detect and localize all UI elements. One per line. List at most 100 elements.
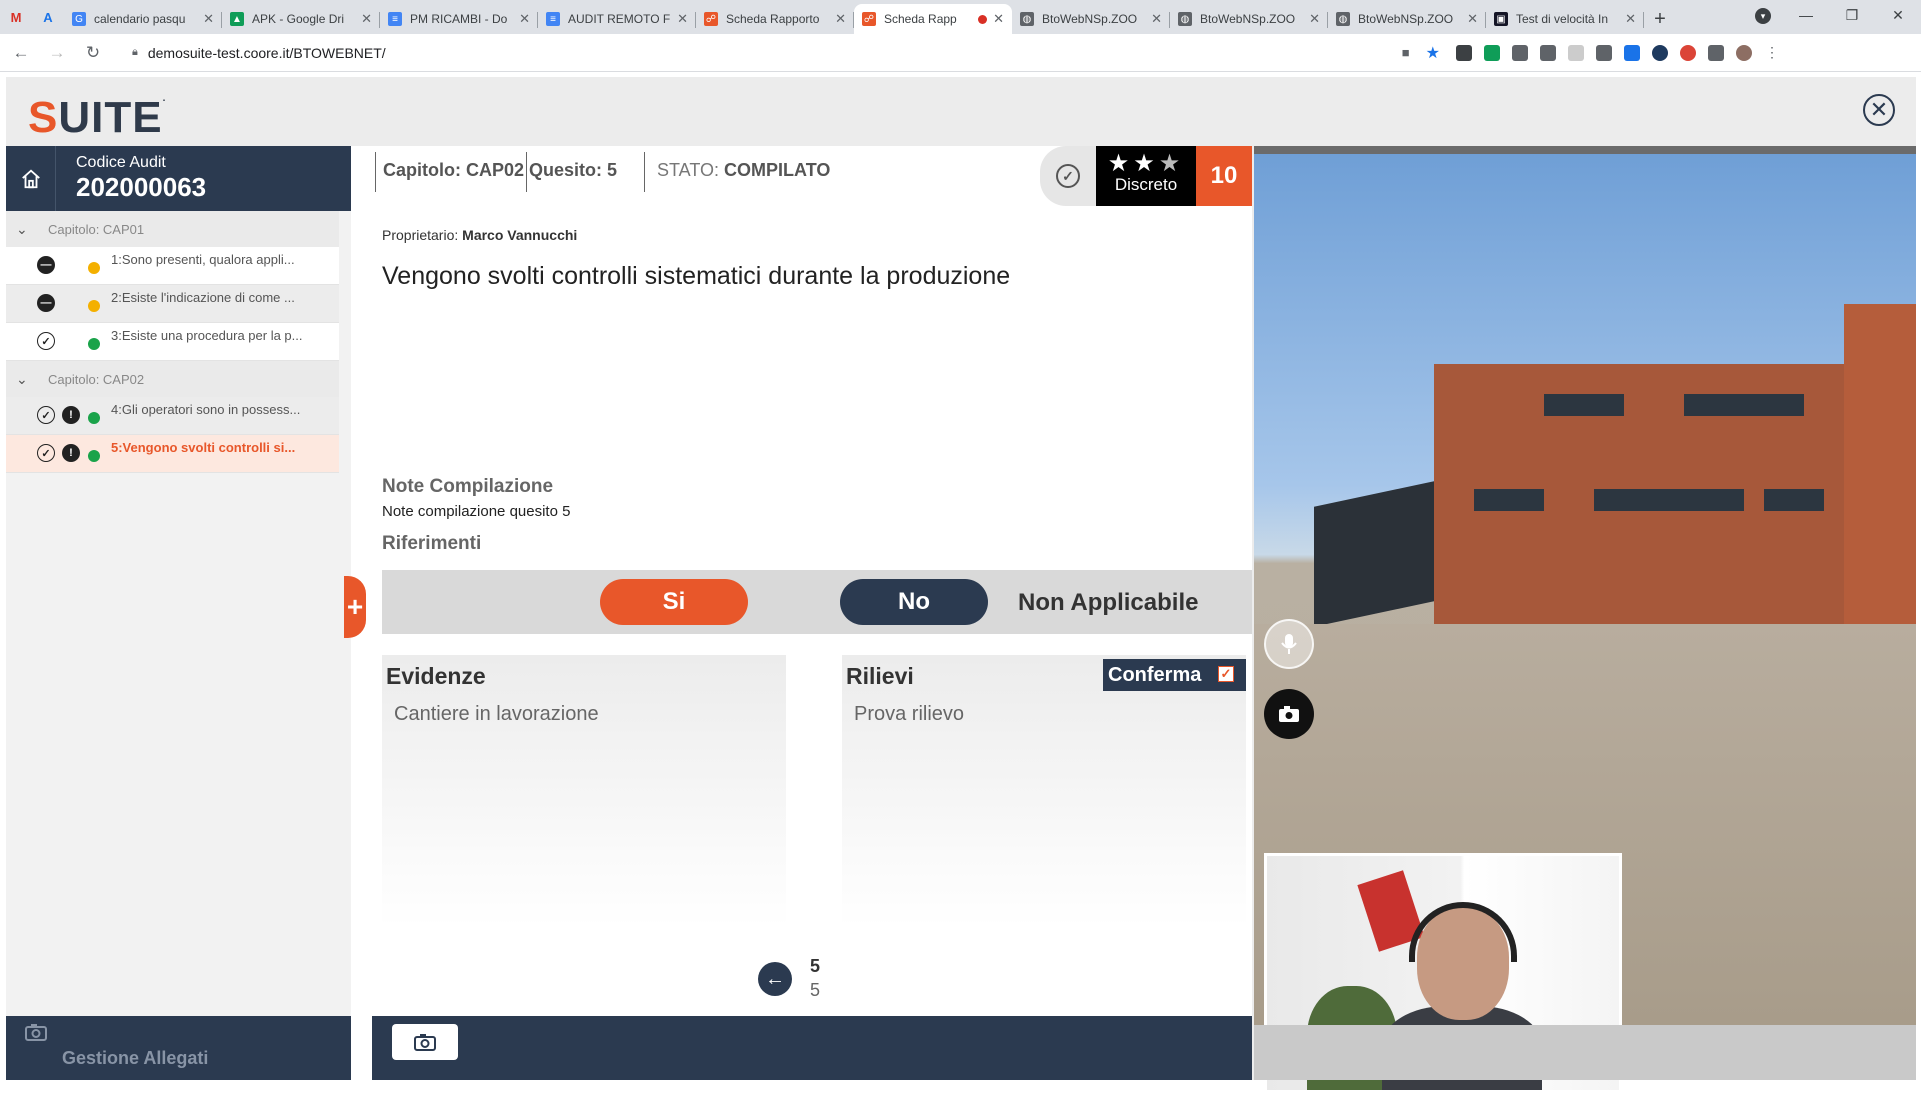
browser-tab[interactable]: Gcalendario pasqu ✕ <box>64 4 222 34</box>
confirm-toggle[interactable]: Conferma ✓ <box>1103 659 1246 691</box>
question-detail: Capitolo: CAP02 Quesito: 5 STATO: COMPIL… <box>344 146 1252 1080</box>
new-tab-button[interactable]: + <box>1644 4 1676 34</box>
extension-icon[interactable] <box>1512 44 1528 61</box>
tab-close-icon[interactable]: ✕ <box>677 11 688 27</box>
take-photo-button[interactable] <box>392 1024 458 1060</box>
star-icon: ★ <box>1107 150 1134 177</box>
attachments-footer[interactable]: Gestione Allegati <box>6 1016 351 1080</box>
rating-label: Discreto <box>1114 175 1178 194</box>
tab-close-icon[interactable]: ✕ <box>361 11 372 27</box>
tab-close-icon[interactable]: ✕ <box>993 11 1004 27</box>
browser-tab[interactable]: ◍ BtoWebNSp.ZOO ✕ <box>1328 4 1486 34</box>
tab-close-icon[interactable]: ✕ <box>203 11 214 27</box>
extension-icon[interactable] <box>1680 44 1696 61</box>
camera-in-use-icon[interactable]: ■ <box>1402 45 1410 60</box>
pinned-tab-gmail[interactable]: M <box>0 0 32 34</box>
references-heading: Riferimenti <box>382 533 482 554</box>
minimize-icon[interactable]: — <box>1783 0 1829 30</box>
close-icon[interactable]: ✕ <box>1863 94 1895 126</box>
puzzle-icon[interactable] <box>1708 44 1724 61</box>
camera-icon <box>24 1022 48 1047</box>
tab-close-icon[interactable]: ✕ <box>1309 11 1320 27</box>
menu-kebab-icon[interactable]: ⋮ <box>1764 44 1780 61</box>
back-arrow-icon[interactable]: ← <box>6 38 36 68</box>
page-current: 5 <box>810 956 821 976</box>
reload-icon[interactable]: ↻ <box>78 38 108 68</box>
close-window-icon[interactable]: ✕ <box>1875 0 1921 30</box>
evidence-text[interactable]: Cantiere in lavorazione <box>394 703 599 726</box>
extension-icon[interactable] <box>1596 44 1612 61</box>
suite-app: SUITE. ✕ Codice Audit 202000063 ⌄ Capitol… <box>6 77 1916 1093</box>
camera-icon[interactable] <box>1264 689 1314 739</box>
extensions-bar: ⋮ <box>1456 44 1780 61</box>
bookmark-star-icon[interactable]: ★ <box>1426 43 1440 63</box>
tab-close-icon[interactable]: ✕ <box>519 11 530 27</box>
rating-check-button[interactable]: ✓ <box>1040 146 1096 206</box>
extension-icon[interactable] <box>1624 44 1640 61</box>
forward-arrow-icon[interactable]: → <box>42 38 72 68</box>
status-dot <box>88 262 100 274</box>
browser-tab[interactable]: ≡ PM RICAMBI - Do ✕ <box>380 4 538 34</box>
microphone-icon[interactable] <box>1264 619 1314 669</box>
pinned-tab-app[interactable]: A <box>32 0 64 34</box>
page-total: 5 <box>810 980 821 1000</box>
answer-na-button[interactable]: Non Applicabile <box>1018 583 1198 623</box>
home-icon[interactable] <box>6 146 56 211</box>
chapter-header[interactable]: ⌄ Capitolo: CAP02 <box>6 361 339 397</box>
tab-favicon-icon: ▣ <box>1494 12 1508 26</box>
browser-tab[interactable]: ☍ Scheda Rapporto ✕ <box>696 4 854 34</box>
address-bar[interactable]: 🔒︎ demosuite-test.coore.it/BTOWEBNET/ ■ … <box>118 38 1448 68</box>
browser-tab[interactable]: ≡ AUDIT REMOTO F ✕ <box>538 4 696 34</box>
answer-yes-button[interactable]: Si <box>600 579 748 625</box>
tab-favicon-icon: ☍ <box>862 12 876 26</box>
tab-close-icon[interactable]: ✕ <box>1625 11 1636 27</box>
browser-tab[interactable]: ◍ BtoWebNSp.ZOO ✕ <box>1170 4 1328 34</box>
findings-panel[interactable]: Rilievi Conferma ✓ Prova rilievo <box>842 655 1246 927</box>
tab-title: calendario pasqu <box>94 12 186 26</box>
confirm-label: Conferma <box>1108 663 1202 686</box>
answer-no-button[interactable]: No <box>840 579 988 625</box>
extension-icon[interactable] <box>1652 44 1668 61</box>
tab-close-icon[interactable]: ✕ <box>1467 11 1478 27</box>
browser-tab[interactable]: ◍ BtoWebNSp.ZOO ✕ <box>1012 4 1170 34</box>
video-topbar <box>1254 146 1916 154</box>
tab-search-icon[interactable]: ▾ <box>1755 8 1771 24</box>
rating-box: ★★★ Discreto <box>1096 146 1196 206</box>
tab-title: BtoWebNSp.ZOO <box>1200 12 1296 26</box>
avatar[interactable] <box>1736 44 1752 61</box>
owner-line: Proprietario: Marco Vannucchi <box>382 227 578 243</box>
tab-close-icon[interactable]: ✕ <box>1151 11 1162 27</box>
browser-tab[interactable]: ▣ Test di velocità In ✕ <box>1486 4 1644 34</box>
divider <box>375 152 376 192</box>
add-button[interactable]: + <box>344 576 366 638</box>
minus-circle-icon: — <box>37 256 55 274</box>
tab-favicon-icon: ≡ <box>388 12 402 26</box>
tab-close-icon[interactable]: ✕ <box>835 11 846 27</box>
browser-tab[interactable]: ▲ APK - Google Dri ✕ <box>222 4 380 34</box>
confirm-checkbox[interactable]: ✓ <box>1218 666 1234 682</box>
evidence-heading: Evidenze <box>386 663 486 689</box>
exclamation-icon: ! <box>62 406 80 424</box>
evidence-panel[interactable]: Evidenze Cantiere in lavorazione <box>382 655 786 927</box>
video-panel <box>1254 146 1916 1093</box>
question-item[interactable]: — 1:Sono presenti, qualora appli... <box>6 247 339 285</box>
extension-icon[interactable] <box>1484 44 1500 61</box>
restore-icon[interactable]: ❐ <box>1829 0 1875 30</box>
extension-icon[interactable] <box>1568 44 1584 61</box>
check-circle-icon: ✓ <box>37 406 55 424</box>
notes-heading: Note Compilazione <box>382 476 554 497</box>
question-item[interactable]: — 2:Esiste l'indicazione di come ... <box>6 285 339 323</box>
chapter-header[interactable]: ⌄ Capitolo: CAP01 <box>6 211 339 247</box>
browser-tab[interactable]: ☍ Scheda Rapp ✕ <box>854 4 1012 34</box>
question-item[interactable]: ✓! 4:Gli operatori sono in possess... <box>6 397 339 435</box>
question-item[interactable]: ✓! 5:Vengono svolti controlli si... <box>6 435 339 473</box>
chevron-down-icon[interactable]: ⌄ <box>16 221 36 238</box>
question-label: 3:Esiste una procedura per la p... <box>111 328 303 343</box>
previous-arrow-icon[interactable]: ← <box>758 962 792 996</box>
findings-text[interactable]: Prova rilievo <box>854 703 964 726</box>
extension-icon[interactable] <box>1540 44 1556 61</box>
tab-favicon-icon: ▲ <box>230 12 244 26</box>
chevron-down-icon[interactable]: ⌄ <box>16 371 36 388</box>
question-item[interactable]: ✓ 3:Esiste una procedura per la p... <box>6 323 339 361</box>
extension-icon[interactable] <box>1456 44 1472 61</box>
